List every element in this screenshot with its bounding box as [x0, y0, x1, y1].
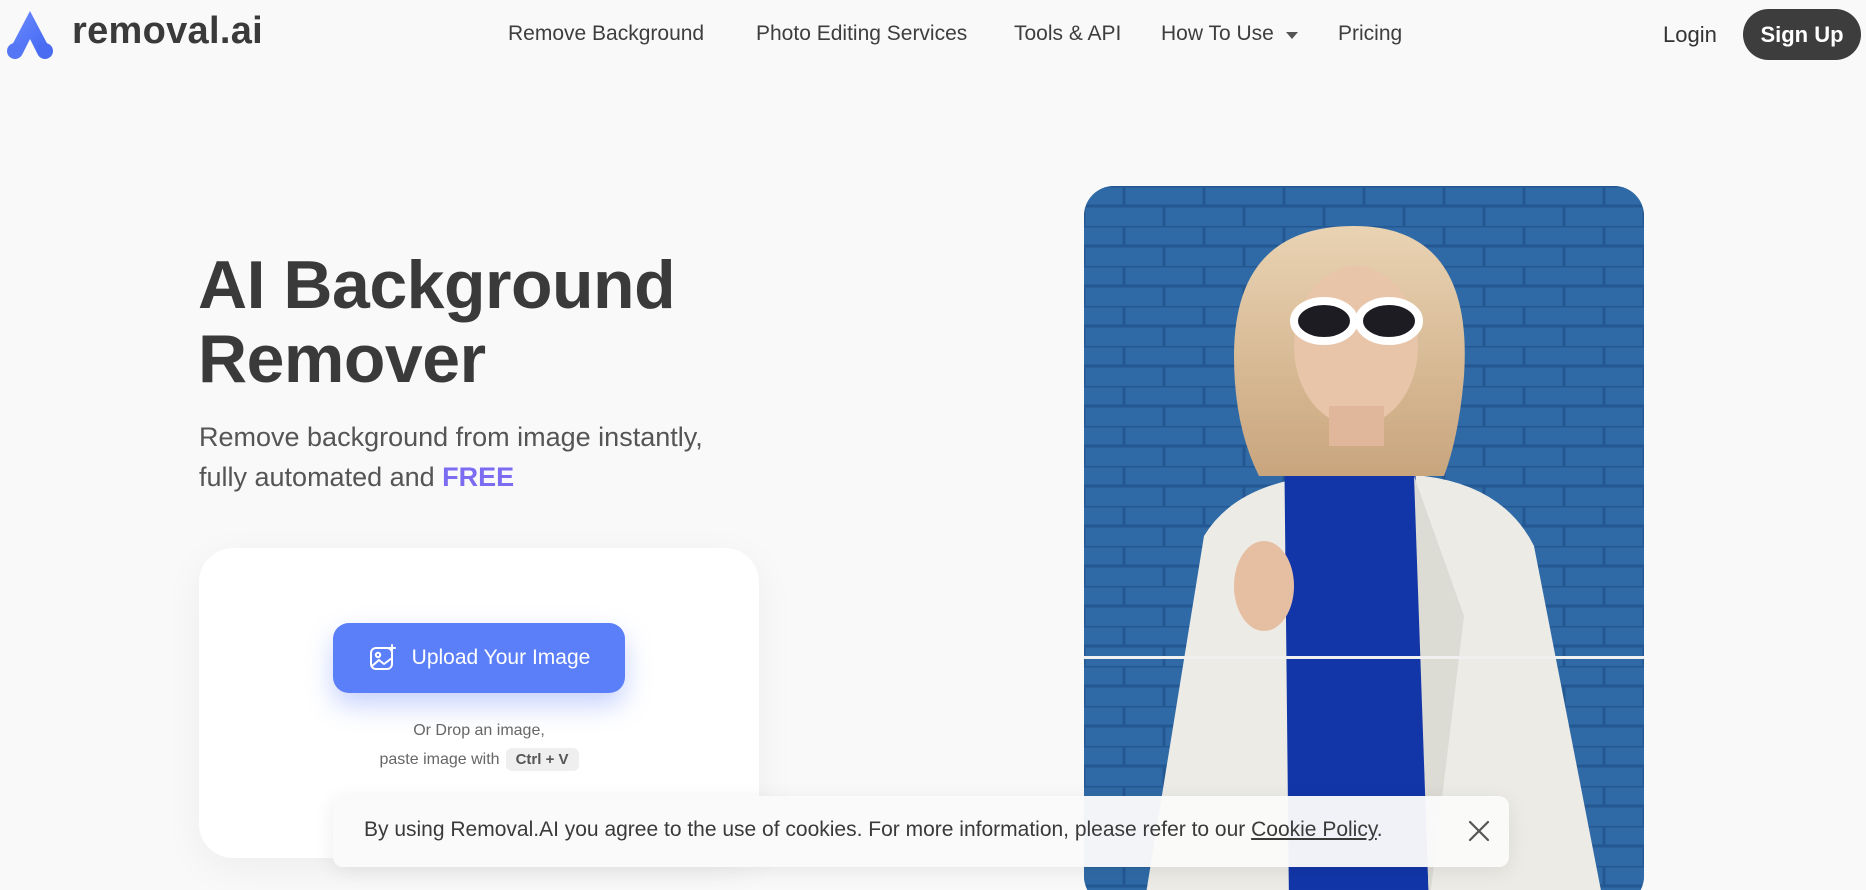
signup-button[interactable]: Sign Up	[1743, 9, 1861, 60]
cookie-text: By using Removal.AI you agree to the use…	[364, 818, 1383, 842]
logo[interactable]	[2, 9, 58, 61]
close-icon[interactable]	[1467, 819, 1491, 843]
page: removal.ai Remove Background Photo Editi…	[0, 0, 1866, 890]
brand-name[interactable]: removal.ai	[72, 10, 263, 53]
free-highlight: FREE	[442, 462, 515, 492]
logo-icon	[7, 11, 53, 59]
nav-how-to-use[interactable]: How To Use	[1161, 22, 1274, 46]
drop-hint-line2: paste image with Ctrl + V	[199, 748, 759, 771]
hero-subtitle-line2: fully automated and	[199, 462, 443, 492]
image-upload-icon	[369, 644, 396, 670]
cookie-suffix: .	[1376, 818, 1383, 841]
hero-title: AI Background Remover	[198, 248, 758, 396]
hero-image	[1084, 186, 1644, 890]
nav-photo-editing-services[interactable]: Photo Editing Services	[756, 22, 967, 46]
cookie-message: By using Removal.AI you agree to the use…	[364, 818, 1252, 841]
upload-image-button[interactable]: Upload Your Image	[333, 623, 625, 693]
compare-divider[interactable]	[1084, 656, 1644, 659]
hero-title-line2: Remover	[198, 321, 486, 397]
drop-hint-line1: Or Drop an image,	[413, 722, 545, 739]
login-link[interactable]: Login	[1663, 22, 1717, 48]
cookie-banner: By using Removal.AI you agree to the use…	[333, 796, 1509, 867]
caret-down-icon[interactable]	[1286, 32, 1298, 39]
hero-subtitle-line1: Remove background from image instantly,	[199, 422, 703, 452]
hero-subtitle: Remove background from image instantly, …	[199, 417, 759, 497]
hero-title-line1: AI Background	[198, 247, 676, 323]
nav-tools-api[interactable]: Tools & API	[1014, 22, 1121, 46]
model-photo	[1084, 186, 1644, 890]
shortcut-key: Ctrl + V	[505, 748, 579, 771]
nav-remove-background[interactable]: Remove Background	[508, 22, 704, 46]
upload-button-label: Upload Your Image	[411, 646, 591, 669]
paste-hint: paste image with	[379, 751, 500, 768]
cookie-policy-link[interactable]: Cookie Policy	[1251, 818, 1377, 841]
site-header: removal.ai Remove Background Photo Editi…	[0, 0, 1866, 70]
nav-pricing[interactable]: Pricing	[1338, 22, 1402, 46]
